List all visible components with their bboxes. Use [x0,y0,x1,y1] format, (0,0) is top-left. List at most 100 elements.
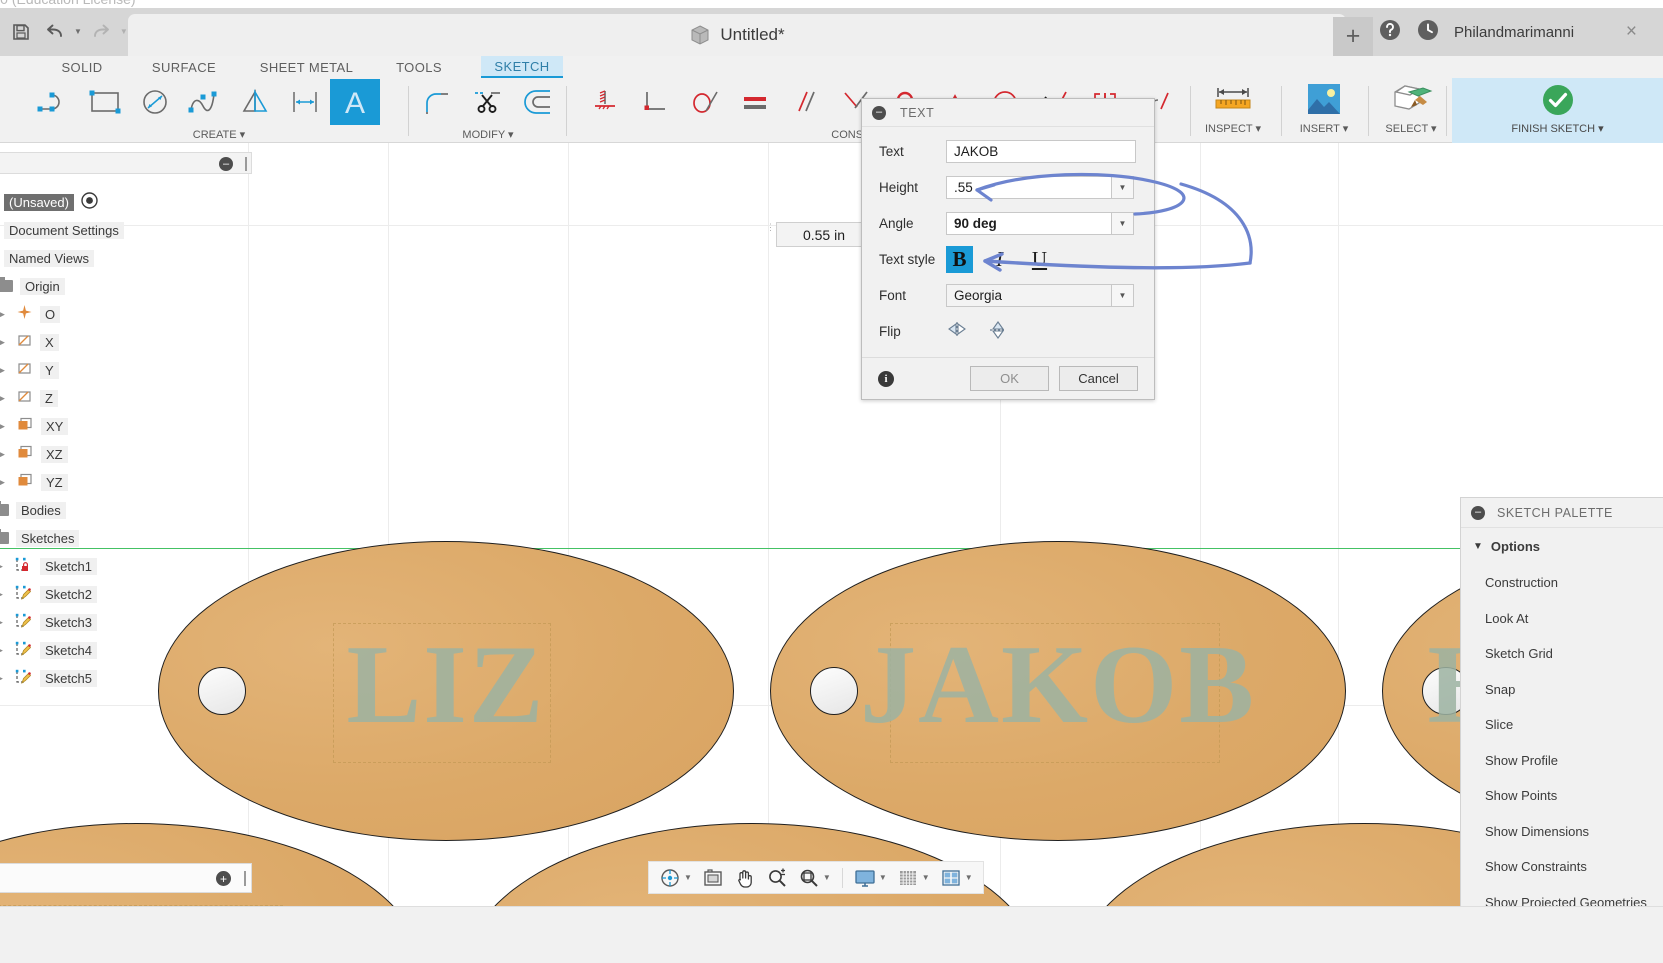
browser-row-plane-xy[interactable]: ▶ XY [0,412,252,440]
name-tag-jakob[interactable]: JAKOB [770,541,1346,841]
expand-arrow-icon[interactable]: ▶ [0,673,7,684]
browser-row-origin[interactable]: Origin [0,272,252,300]
constraint-equal-icon[interactable] [730,79,780,125]
view-front-button[interactable] [698,864,728,892]
ribbon-group-create-label[interactable]: CREATE ▾ [30,128,408,141]
undo-dropdown-caret[interactable]: ▼ [74,28,82,36]
viewports-button[interactable]: ▼ [936,864,977,892]
display-settings-button[interactable]: ▼ [850,864,891,892]
active-component-icon[interactable] [81,192,98,212]
browser-row-sketches[interactable]: Sketches [0,524,252,552]
dimension-value[interactable]: 0.55 in [776,222,872,247]
browser-row-axis-y[interactable]: ▶ Y [0,356,252,384]
user-account-label[interactable]: Philandmarimanni [1454,24,1574,41]
info-icon[interactable]: i [878,371,894,387]
browser-resize-handle[interactable] [245,157,247,171]
browser-row-plane-xz[interactable]: ▶ XZ [0,440,252,468]
zoom-window-button[interactable]: ▼ [794,864,835,892]
line-tool[interactable] [30,79,80,125]
inspect-button[interactable]: INSPECT ▾ [1197,78,1269,143]
palette-option-show-profile[interactable]: Show Profile [1461,743,1663,779]
angle-dropdown-caret[interactable]: ▼ [1112,212,1134,235]
grid-snap-button[interactable]: ▼ [893,864,934,892]
dimension-tool[interactable] [280,79,330,125]
browser-row-sketch5[interactable]: ▶ Sketch5 [0,664,252,692]
timeline-add-icon[interactable]: + [216,871,231,886]
constraint-tangent-icon[interactable] [680,79,730,125]
constraint-perpendicular-icon[interactable] [630,79,680,125]
timeline-resize-handle[interactable] [244,871,246,886]
pan-hand-button[interactable] [730,864,760,892]
ribbon-tab-surface[interactable]: SURFACE [134,56,234,78]
angle-input[interactable]: 90 deg [946,212,1112,235]
font-dropdown-caret[interactable]: ▼ [1112,284,1134,307]
insert-button[interactable]: INSERT ▾ [1288,78,1360,143]
zoom-window-caret-icon[interactable]: ▼ [823,874,831,882]
browser-row-named-views[interactable]: Named Views [0,244,252,272]
text-input[interactable]: JAKOB [946,140,1136,163]
expand-arrow-icon[interactable]: ▶ [0,589,7,600]
font-select[interactable]: Georgia [946,284,1112,307]
ribbon-tab-solid[interactable]: SOLID [30,56,134,78]
viewports-caret-icon[interactable]: ▼ [965,874,973,882]
expand-arrow-icon[interactable]: ▶ [0,337,9,348]
browser-row-axis-z[interactable]: ▶ Z [0,384,252,412]
finish-sketch-button[interactable]: FINISH SKETCH ▾ [1452,78,1663,143]
redo-icon[interactable] [86,15,116,49]
browser-row-plane-yz[interactable]: ▶ YZ [0,468,252,496]
expand-arrow-icon[interactable]: ▶ [0,309,9,320]
palette-option-show-points[interactable]: Show Points [1461,778,1663,814]
chevron-down-icon[interactable]: ▼ [1473,541,1483,552]
palette-section-options[interactable]: ▼ Options [1461,528,1663,565]
text-tool[interactable]: A [330,79,380,125]
palette-option-snap[interactable]: Snap [1461,672,1663,708]
browser-row-bodies[interactable]: Bodies [0,496,252,524]
browser-row-axis-x[interactable]: ▶ X [0,328,252,356]
save-icon[interactable] [6,15,36,49]
height-input[interactable]: .55 [946,176,1112,199]
flip-horizontal-icon[interactable] [946,319,970,344]
help-icon[interactable] [1378,18,1402,47]
browser-row-document-settings[interactable]: Document Settings [0,216,252,244]
constraint-horizontal-vertical-icon[interactable] [580,79,630,125]
browser-row-sketch3[interactable]: ▶ Sketch3 [0,608,252,636]
fillet-tool[interactable] [412,79,462,125]
text-dialog[interactable]: – TEXT Text JAKOB Height .55 ▼ Angle 90 … [861,98,1155,400]
trim-tool[interactable] [462,79,512,125]
close-tab-button[interactable]: × [1626,22,1637,41]
expand-arrow-icon[interactable]: ▶ [0,393,9,404]
ribbon-tab-tools[interactable]: TOOLS [379,56,459,78]
ribbon-group-modify-label[interactable]: MODIFY ▾ [412,128,564,141]
browser-row-unsaved[interactable]: (Unsaved) [0,188,252,216]
expand-arrow-icon[interactable]: ▶ [0,365,9,376]
grid-snap-caret-icon[interactable]: ▼ [922,874,930,882]
flip-vertical-icon[interactable] [986,319,1010,344]
circle-tool[interactable] [130,79,180,125]
dialog-collapse-icon[interactable]: – [872,106,886,120]
clock-icon[interactable] [1416,18,1440,47]
underline-button[interactable]: U [1026,246,1053,273]
palette-option-slice[interactable]: Slice [1461,707,1663,743]
expand-arrow-icon[interactable]: ▶ [0,421,9,432]
expand-arrow-icon[interactable]: ▶ [0,645,7,656]
bold-button[interactable]: B [946,246,973,273]
palette-option-sketch-grid[interactable]: Sketch Grid [1461,636,1663,672]
offset-tool[interactable] [512,79,562,125]
document-tab[interactable]: Untitled* [128,14,1346,56]
redo-dropdown-caret[interactable]: ▼ [120,28,128,36]
italic-button[interactable]: I [986,246,1013,273]
new-tab-button[interactable]: + [1333,17,1373,56]
mirror-tool[interactable] [230,79,280,125]
orbit-button[interactable]: ▼ [655,864,696,892]
browser-row-sketch2[interactable]: ▶ Sketch2 [0,580,252,608]
expand-arrow-icon[interactable]: ▶ [0,449,9,460]
height-dropdown-caret[interactable]: ▼ [1112,176,1134,199]
palette-option-look-at[interactable]: Look At [1461,601,1663,637]
browser-row-sketch1[interactable]: ▶ Sketch1 [0,552,252,580]
browser-row-origin-point[interactable]: ▶ O [0,300,252,328]
timeline-panel[interactable]: + [0,863,252,893]
expand-arrow-icon[interactable]: ▶ [0,617,7,628]
constraint-parallel-icon[interactable] [780,79,830,125]
palette-option-show-dimensions[interactable]: Show Dimensions [1461,814,1663,850]
dimension-input-chip[interactable]: ⋮⋮ 0.55 in [766,222,872,247]
